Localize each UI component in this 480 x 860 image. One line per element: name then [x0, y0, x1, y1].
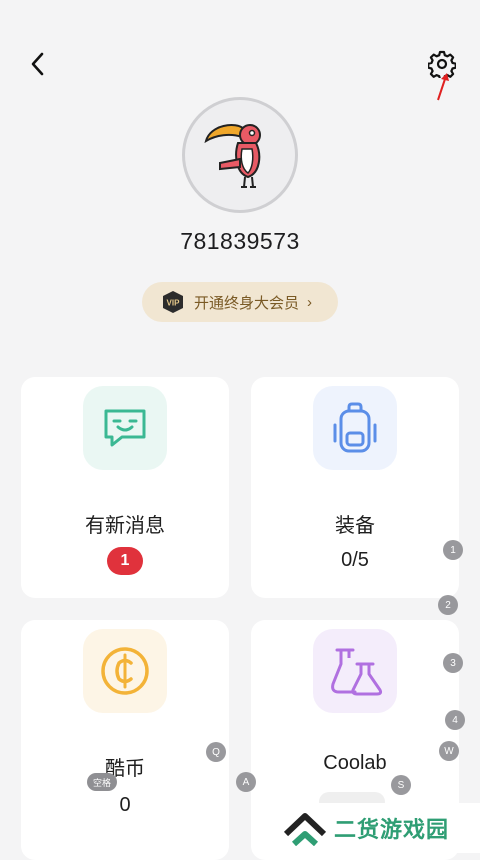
overlay-key-space[interactable]: 空格	[87, 773, 117, 791]
overlay-key-w[interactable]: W	[439, 741, 459, 761]
back-button[interactable]	[22, 48, 54, 80]
flask-icon-tile	[313, 629, 397, 713]
chevron-left-icon	[31, 52, 44, 76]
messages-title: 有新消息	[85, 515, 165, 537]
equipment-card[interactable]: 装备 0/5	[251, 377, 459, 598]
svg-text:VIP: VIP	[167, 299, 181, 308]
message-icon	[104, 409, 146, 447]
chevron-right-icon: ›	[307, 293, 313, 311]
backpack-icon	[333, 402, 377, 453]
equipment-title: 装备	[335, 515, 375, 537]
vip-label: 开通终身大会员	[194, 294, 300, 312]
overlay-key-2[interactable]: 2	[438, 595, 458, 615]
overlay-key-a[interactable]: A	[236, 772, 256, 792]
overlay-key-q[interactable]: Q	[206, 742, 226, 762]
watermark-text: 二货游戏园	[334, 817, 450, 842]
username: 781839573	[180, 228, 300, 254]
message-icon-tile	[83, 386, 167, 470]
overlay-key-s[interactable]: S	[391, 775, 411, 795]
overlay-key-4[interactable]: 4	[445, 710, 465, 730]
overlay-key-1[interactable]: 1	[443, 540, 463, 560]
backpack-icon-tile	[313, 386, 397, 470]
flask-icon	[331, 648, 383, 696]
annotation-arrow	[437, 73, 449, 101]
unread-count-badge: 1	[107, 547, 143, 575]
overlay-key-3[interactable]: 3	[443, 653, 463, 673]
coins-title: 酷币	[105, 758, 145, 780]
vip-membership-button[interactable]: VIP 开通终身大会员 ›	[142, 282, 338, 322]
equipment-count: 0/5	[341, 549, 369, 571]
watermark-logo-icon	[283, 813, 327, 846]
toucan-avatar-icon	[204, 124, 261, 188]
coins-value: 0	[119, 794, 131, 816]
coin-icon	[101, 647, 149, 695]
vip-badge-icon: VIP	[163, 291, 183, 313]
coolab-title: Coolab	[323, 752, 387, 774]
coins-card[interactable]: 酷币 0	[21, 620, 229, 860]
messages-card[interactable]: 有新消息 1	[21, 377, 229, 598]
coin-icon-tile	[83, 629, 167, 713]
avatar[interactable]	[182, 97, 298, 213]
watermark: 二货游戏园	[282, 803, 480, 853]
